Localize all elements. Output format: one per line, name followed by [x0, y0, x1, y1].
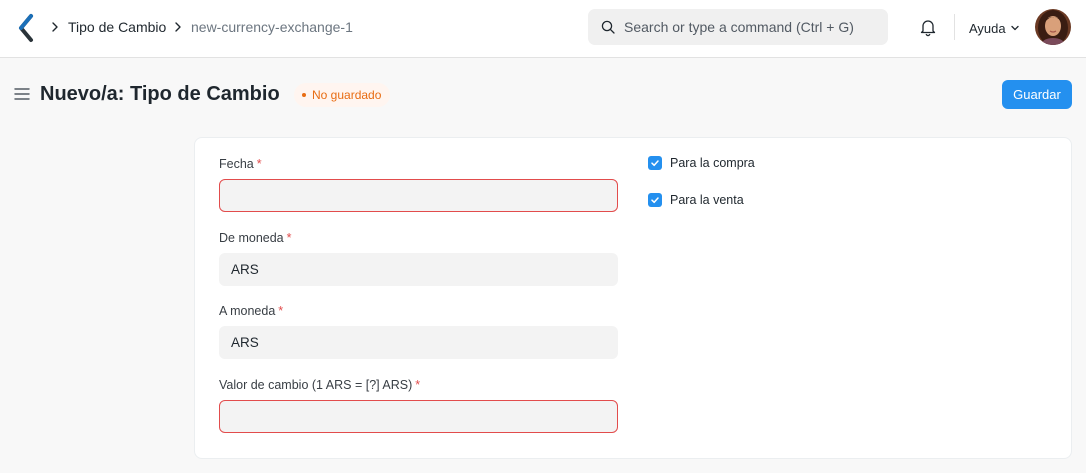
field-label-text: A moneda — [219, 304, 276, 318]
checkbox-for-buying[interactable]: Para la compra — [648, 156, 755, 170]
field-label-text: Valor de cambio (1 ARS = [?] ARS) — [219, 378, 413, 392]
chevron-down-icon — [1010, 25, 1019, 31]
required-marker: * — [415, 378, 421, 392]
chevron-right-icon — [52, 22, 58, 32]
search-bar[interactable] — [588, 9, 888, 45]
breadcrumb-doctype[interactable]: Tipo de Cambio — [68, 18, 166, 36]
status-label: No guardado — [312, 88, 382, 102]
check-icon — [651, 160, 659, 167]
required-marker: * — [256, 157, 262, 171]
avatar-image — [1035, 9, 1071, 45]
fecha-input[interactable] — [219, 179, 618, 212]
help-label: Ayuda — [969, 20, 1006, 36]
checkbox-label: Para la venta — [670, 193, 744, 207]
from-currency-input[interactable] — [219, 253, 618, 286]
checkbox-for-selling[interactable]: Para la venta — [648, 193, 744, 207]
hamburger-icon[interactable] — [14, 87, 30, 101]
exchange-rate-input[interactable] — [219, 400, 618, 433]
status-dot-icon — [302, 93, 306, 97]
field-label-text: Fecha — [219, 157, 254, 171]
field-label-text: De moneda — [219, 231, 284, 245]
checkbox-checked-icon[interactable] — [648, 193, 662, 207]
field-label-fecha: Fecha * — [219, 157, 262, 171]
search-input[interactable] — [624, 9, 879, 45]
field-label-a-moneda: A moneda * — [219, 304, 283, 318]
search-icon — [601, 20, 615, 34]
page-title: Nuevo/a: Tipo de Cambio — [40, 83, 280, 105]
required-marker: * — [286, 231, 292, 245]
required-marker: * — [278, 304, 284, 318]
checkbox-checked-icon[interactable] — [648, 156, 662, 170]
checkbox-label: Para la compra — [670, 156, 755, 170]
field-label-exchange-rate: Valor de cambio (1 ARS = [?] ARS) * — [219, 378, 420, 392]
navbar-divider — [954, 14, 955, 40]
save-button[interactable]: Guardar — [1002, 80, 1072, 109]
bell-icon[interactable] — [918, 17, 938, 37]
app-logo-icon[interactable] — [16, 13, 36, 43]
chevron-right-icon — [175, 22, 181, 32]
navbar: Tipo de Cambio new-currency-exchange-1 A… — [0, 0, 1086, 58]
to-currency-input[interactable] — [219, 326, 618, 359]
field-label-de-moneda: De moneda * — [219, 231, 292, 245]
check-icon — [651, 197, 659, 204]
status-badge: No guardado — [294, 83, 391, 107]
help-dropdown[interactable]: Ayuda — [969, 19, 1020, 37]
user-avatar[interactable] — [1035, 9, 1071, 45]
breadcrumb-document[interactable]: new-currency-exchange-1 — [191, 18, 353, 36]
